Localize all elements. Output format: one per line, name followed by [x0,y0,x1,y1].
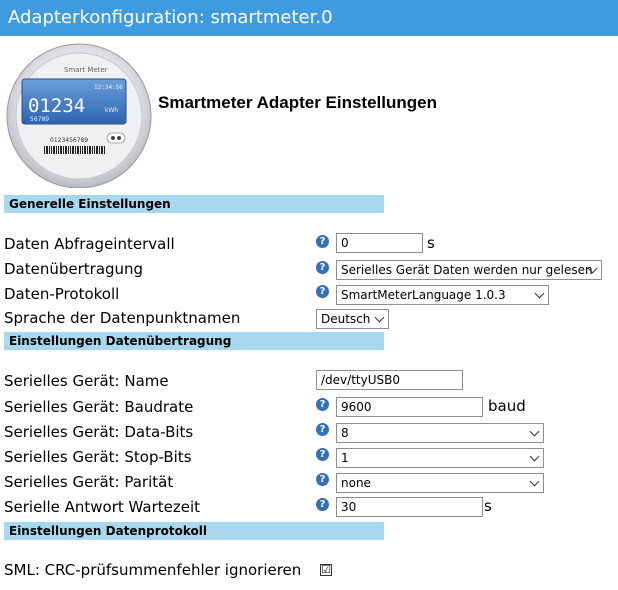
chevron-down-icon [529,476,540,487]
wait-input[interactable] [336,497,483,517]
help-icon[interactable]: ? [316,261,329,274]
help-icon[interactable]: ? [316,498,329,511]
parity-label: Serielles Gerät: Parität [4,473,174,491]
parity-select-value: none [341,476,371,490]
help-icon[interactable]: ? [316,398,329,411]
window-title: Adapterkonfiguration: smartmeter.0 [0,0,618,36]
chevron-down-icon [374,312,385,323]
meter-reading: 01234 [28,95,85,117]
help-icon[interactable]: ? [316,423,329,436]
baud-input[interactable] [336,397,483,417]
databits-label: Serielles Gerät: Data-Bits [4,423,194,441]
transfer-select-value: Serielles Gerät Daten werden nur gelesen [341,263,593,277]
help-icon[interactable]: ? [316,473,329,486]
section-header-transfer: Einstellungen Datenübertragung [4,332,384,350]
help-icon[interactable]: ? [316,285,329,298]
baud-label: Serielles Gerät: Baudrate [4,398,194,416]
crc-checkbox[interactable]: ☑ [320,564,332,576]
protocol-select[interactable]: SmartMeterLanguage 1.0.3 [336,285,549,305]
chevron-down-icon [529,451,540,462]
device-label: Serielles Gerät: Name [4,372,169,390]
wait-label: Serielle Antwort Wartezeit [4,498,201,516]
section-header-general: Generelle Einstellungen [4,195,384,213]
protocol-label: Daten-Protokoll [4,285,120,303]
smart-meter-image: Smart Meter 12:34:56 01234 kWh 56789 012… [4,38,154,189]
device-input[interactable] [316,370,463,390]
stopbits-select[interactable]: 1 [336,448,544,468]
parity-select[interactable]: none [336,473,544,493]
protocol-select-value: SmartMeterLanguage 1.0.3 [341,288,506,302]
help-icon[interactable]: ? [316,448,329,461]
page-title: Smartmeter Adapter Einstellungen [158,93,437,112]
section-header-protocol: Einstellungen Datenprotokoll [4,522,384,540]
interval-input[interactable] [336,233,423,253]
meter-time: 12:34:56 [94,84,123,91]
stopbits-label: Serielles Gerät: Stop-Bits [4,448,192,466]
transfer-select[interactable]: Serielles Gerät Daten werden nur gelesen [336,260,602,280]
interval-label: Daten Abfrageintervall [4,235,175,253]
meter-barcode-number: 0123456789 [50,137,88,144]
stopbits-select-value: 1 [341,451,349,465]
language-label: Sprache der Datenpunktnamen [4,309,241,327]
language-select[interactable]: Deutsch [316,309,389,329]
chevron-down-icon [529,426,540,437]
crc-label: SML: CRC-prüfsummenfehler ignorieren [4,561,302,579]
meter-brand: Smart Meter [64,66,108,74]
language-select-value: Deutsch [321,312,371,326]
baud-unit: baud [488,397,526,415]
databits-select[interactable]: 8 [336,423,544,443]
help-icon[interactable]: ? [316,235,329,248]
meter-unit: kWh [105,107,118,114]
wait-unit: s [484,497,492,515]
databits-select-value: 8 [341,426,349,440]
meter-sub: 56789 [30,116,49,123]
chevron-down-icon [534,288,545,299]
interval-unit: s [427,234,435,252]
transfer-label: Datenübertragung [4,260,144,278]
